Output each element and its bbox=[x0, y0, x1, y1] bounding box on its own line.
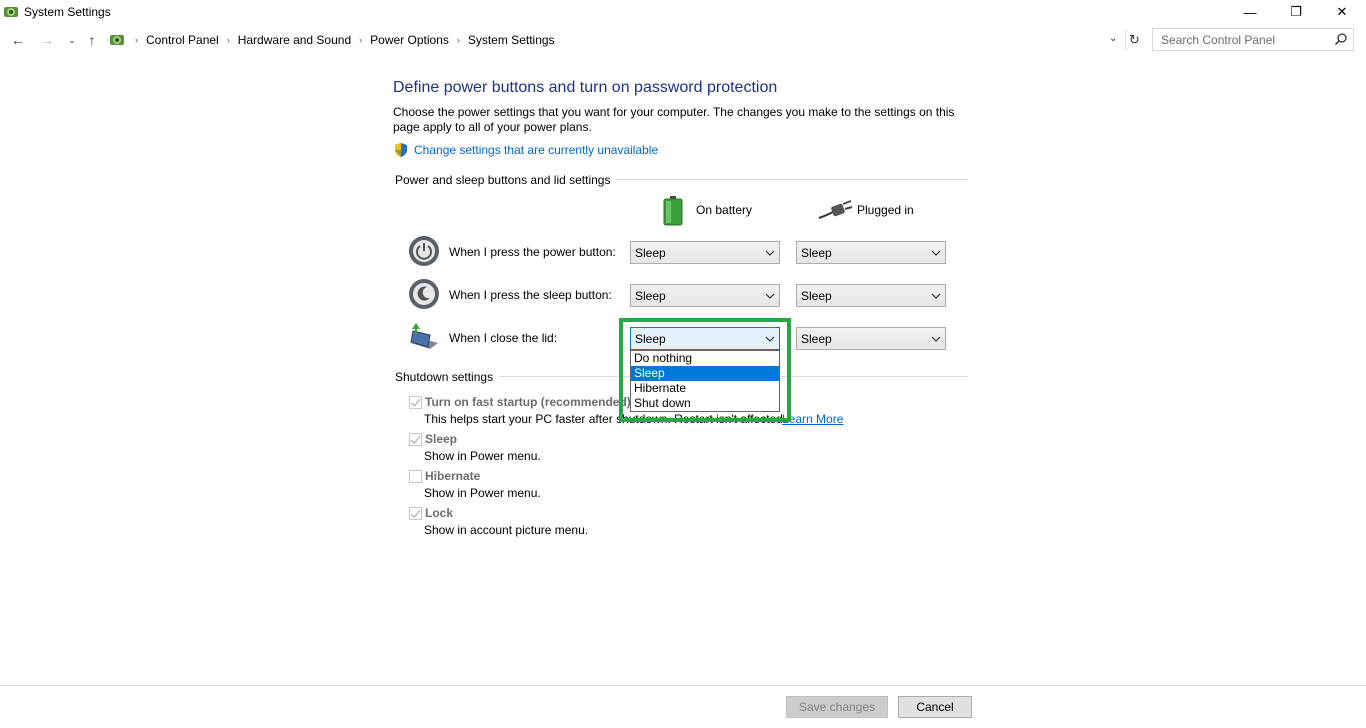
hibernate-label: Hibernate bbox=[425, 469, 481, 483]
search-placeholder: Search Control Panel bbox=[1161, 33, 1276, 47]
breadcrumb-power-options[interactable]: Power Options bbox=[368, 33, 451, 47]
dropdown-option-do-nothing[interactable]: Do nothing bbox=[631, 351, 779, 366]
sleep-description: Show in Power menu. bbox=[424, 449, 541, 463]
breadcrumb: › Control Panel › Hardware and Sound › P… bbox=[129, 33, 557, 47]
lock-description: Show in account picture menu. bbox=[424, 523, 589, 537]
chevron-down-icon bbox=[931, 250, 941, 256]
close-button[interactable]: ✕ bbox=[1319, 0, 1365, 24]
hibernate-description: Show in Power menu. bbox=[424, 486, 541, 500]
close-lid-dropdown-list: Do nothing Sleep Hibernate Shut down bbox=[630, 350, 780, 412]
control-panel-icon bbox=[4, 7, 18, 17]
sleep-label: Sleep bbox=[425, 432, 458, 446]
breadcrumb-hardware-and-sound[interactable]: Hardware and Sound bbox=[236, 33, 353, 47]
sleep-button-label: When I press the sleep button: bbox=[449, 288, 612, 302]
selected-value: Sleep bbox=[801, 332, 832, 346]
save-changes-button[interactable]: Save changes bbox=[786, 696, 888, 718]
title-bar: System Settings — ❐ ✕ bbox=[0, 0, 1366, 25]
search-input[interactable]: Search Control Panel bbox=[1152, 28, 1354, 51]
power-button-plugged-select[interactable]: Sleep bbox=[796, 241, 946, 264]
breadcrumb-separator[interactable]: › bbox=[359, 35, 362, 45]
breadcrumb-separator[interactable]: › bbox=[457, 35, 460, 45]
navigation-bar: ← → ⌄ ↑ › Control Panel › Hardware and S… bbox=[0, 27, 1366, 53]
page-title: Define power buttons and turn on passwor… bbox=[393, 79, 778, 96]
change-settings-link[interactable]: Change settings that are currently unava… bbox=[414, 143, 658, 157]
selected-value: Sleep bbox=[635, 332, 666, 346]
fast-startup-label: Turn on fast startup (recommended) bbox=[425, 395, 631, 409]
selected-value: Sleep bbox=[635, 246, 666, 260]
close-lid-battery-select[interactable]: Sleep bbox=[630, 327, 780, 350]
breadcrumb-separator[interactable]: › bbox=[135, 35, 138, 45]
laptop-lid-icon bbox=[410, 323, 438, 349]
sleep-button-plugged-select[interactable]: Sleep bbox=[796, 284, 946, 307]
chevron-down-icon bbox=[931, 293, 941, 299]
refresh-button[interactable]: ↻ bbox=[1125, 30, 1143, 50]
lock-label: Lock bbox=[425, 506, 454, 520]
sleep-checkbox[interactable] bbox=[409, 433, 422, 446]
breadcrumb-control-panel[interactable]: Control Panel bbox=[144, 33, 221, 47]
plugged-in-header: Plugged in bbox=[857, 203, 914, 217]
address-dropdown-button[interactable]: ⌄ bbox=[1109, 33, 1117, 44]
page-description: Choose the power settings that you want … bbox=[393, 105, 955, 134]
selected-value: Sleep bbox=[801, 246, 832, 260]
back-button[interactable]: ← bbox=[9, 30, 27, 50]
fast-startup-checkbox[interactable] bbox=[409, 396, 422, 409]
dropdown-option-hibernate[interactable]: Hibernate bbox=[631, 381, 779, 396]
cancel-button[interactable]: Cancel bbox=[898, 696, 972, 718]
power-section-header: Power and sleep buttons and lid settings bbox=[395, 173, 617, 187]
dropdown-option-shut-down[interactable]: Shut down bbox=[631, 396, 779, 411]
address-bar[interactable]: › Control Panel › Hardware and Sound › P… bbox=[104, 28, 1141, 52]
chevron-down-icon bbox=[765, 250, 775, 256]
learn-more-link[interactable]: Learn More bbox=[782, 412, 843, 426]
fast-startup-description: This helps start your PC faster after sh… bbox=[424, 412, 787, 426]
search-icon[interactable] bbox=[1334, 32, 1348, 46]
battery-icon bbox=[663, 196, 683, 226]
footer-divider bbox=[0, 685, 1366, 686]
on-battery-header: On battery bbox=[696, 203, 753, 217]
chevron-down-icon bbox=[765, 293, 775, 299]
power-button-icon bbox=[409, 236, 439, 266]
lock-checkbox[interactable] bbox=[409, 507, 422, 520]
breadcrumb-system-settings[interactable]: System Settings bbox=[466, 33, 557, 47]
chevron-down-icon bbox=[931, 336, 941, 342]
uac-shield-icon bbox=[395, 143, 407, 157]
power-button-battery-select[interactable]: Sleep bbox=[630, 241, 780, 264]
selected-value: Sleep bbox=[801, 289, 832, 303]
shutdown-section-header: Shutdown settings bbox=[395, 370, 500, 384]
power-button-label: When I press the power button: bbox=[449, 245, 616, 259]
hibernate-checkbox[interactable] bbox=[409, 470, 422, 483]
minimize-button[interactable]: — bbox=[1227, 0, 1273, 24]
close-lid-label: When I close the lid: bbox=[449, 331, 558, 345]
dropdown-option-sleep[interactable]: Sleep bbox=[631, 366, 779, 381]
window-title: System Settings bbox=[24, 5, 111, 19]
selected-value: Sleep bbox=[635, 289, 666, 303]
up-button[interactable]: ↑ bbox=[83, 30, 101, 50]
sleep-button-icon bbox=[409, 279, 439, 309]
close-lid-plugged-select[interactable]: Sleep bbox=[796, 327, 946, 350]
breadcrumb-separator[interactable]: › bbox=[227, 35, 230, 45]
control-panel-icon bbox=[110, 35, 124, 45]
maximize-button[interactable]: ❐ bbox=[1273, 0, 1319, 24]
chevron-down-icon bbox=[765, 336, 775, 342]
power-plug-icon bbox=[818, 200, 853, 219]
recent-locations-button[interactable]: ⌄ bbox=[63, 30, 81, 50]
sleep-button-battery-select[interactable]: Sleep bbox=[630, 284, 780, 307]
forward-button[interactable]: → bbox=[38, 30, 56, 50]
